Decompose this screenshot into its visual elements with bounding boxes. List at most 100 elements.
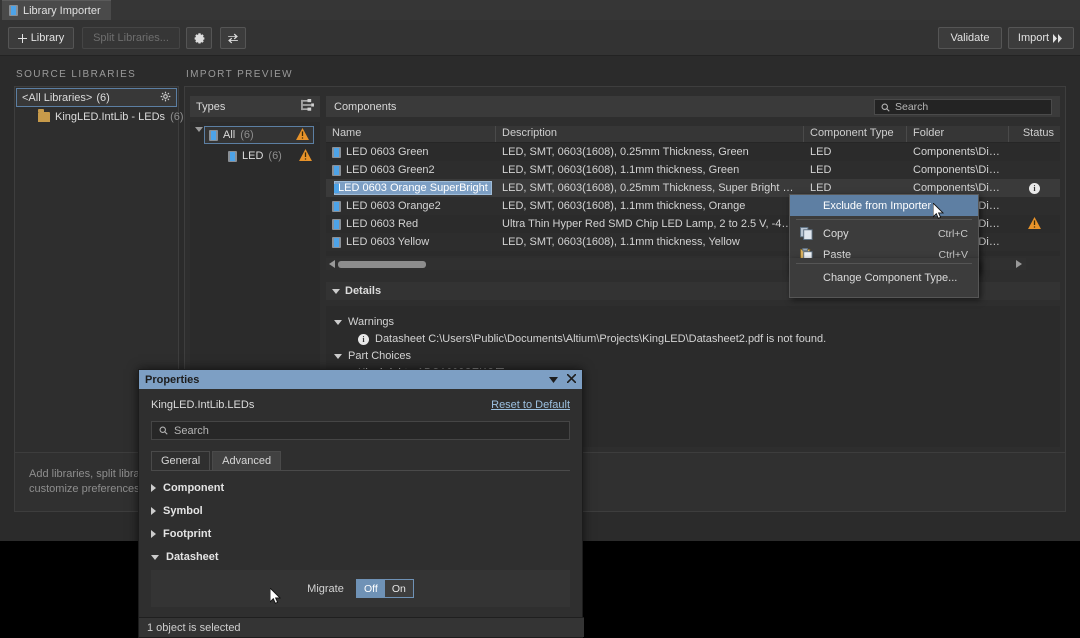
col-folder[interactable]: Folder [907,126,1009,142]
properties-object-path: KingLED.IntLib.LEDs [151,399,255,411]
close-icon[interactable] [566,372,577,386]
warning-icon [296,127,309,143]
table-row[interactable]: LED 0603 Green2 LED, SMT, 0603(1608), 1.… [326,161,1060,179]
migrate-toggle[interactable]: Off On [355,579,414,598]
section-datasheet[interactable]: Datasheet [151,551,570,563]
scroll-right-arrow[interactable] [1016,255,1022,273]
library-item-kingled[interactable]: KingLED.IntLib - LEDs (6) [38,109,184,123]
col-description[interactable]: Description [496,126,804,142]
folder-icon [38,109,50,122]
all-libraries-row[interactable]: <All Libraries> (6) [16,88,177,107]
details-part-choices-label: Part Choices [348,350,411,362]
col-status[interactable]: Status [1009,126,1060,142]
components-header: Components Search [326,96,1060,117]
tab-library-importer[interactable]: Library Importer [2,0,111,20]
details-title: Details [345,285,382,297]
chevron-down-icon [334,319,342,325]
chevron-right-icon [151,507,156,515]
import-button[interactable]: Import [1008,27,1074,49]
section-label: Footprint [163,528,212,540]
cell-name: LED 0603 Green2 [346,164,435,176]
table-header-row: Name Description Component Type Folder S… [326,126,1060,143]
details-part-choices-group[interactable]: Part Choices [334,350,411,362]
context-menu-item-copy[interactable]: Copy Ctrl+C [790,223,978,244]
split-libraries-button[interactable]: Split Libraries... [82,27,180,49]
cell-status: i [1009,182,1060,194]
section-symbol[interactable]: Symbol [151,505,570,517]
source-libraries-heading: SOURCE LIBRARIES [16,69,137,80]
tab-label: Library Importer [23,4,101,17]
types-expand-arrow[interactable] [195,127,203,150]
plus-icon [17,33,27,43]
types-node-count: (6) [240,129,254,141]
warning-icon [299,148,312,164]
properties-search-placeholder: Search [174,424,209,437]
warning-icon [1028,216,1041,232]
migrate-toggle-off[interactable]: Off [356,580,385,597]
section-component[interactable]: Component [151,482,570,494]
cell-description: LED, SMT, 0603(1608), 1.1mm thickness, G… [502,164,740,176]
validate-button[interactable]: Validate [938,27,1002,49]
chevron-down-icon [334,353,342,359]
cell-folder: Components\Diodes\. [913,146,1009,158]
types-node-led[interactable]: LED (6) [224,147,316,165]
tab-advanced[interactable]: Advanced [212,451,282,470]
reset-to-default-link[interactable]: Reset to Default [491,399,570,411]
types-node-all[interactable]: All (6) [204,126,314,144]
cell-name: LED 0603 Red [346,218,419,230]
section-label: Datasheet [166,551,219,563]
cell-description: LED, SMT, 0603(1608), 0.25mm Thickness, … [502,146,749,158]
cell-name: LED 0603 Orange2 [346,200,441,212]
cell-name: LED 0603 Orange SuperBright [334,181,492,195]
properties-status-bar: 1 object is selected [139,617,584,637]
window-tab-bar: Library Importer [0,0,1080,20]
chevron-down-icon[interactable] [549,374,558,386]
copy-icon [800,227,813,243]
scrollbar-thumb[interactable] [338,260,426,268]
cell-type: LED [810,182,832,194]
context-menu-item-label: Copy [823,227,849,240]
col-component-type[interactable]: Component Type [804,126,907,142]
library-item-count: (6) [170,111,184,123]
refresh-button[interactable] [220,27,246,49]
cell-description: LED, SMT, 0603(1608), 1.1mm thickness, O… [502,200,746,212]
gear-icon [194,32,204,43]
tree-expand-icon[interactable] [301,99,314,114]
chip-icon [9,5,18,16]
chevron-right-icon [151,530,156,538]
details-warning-text: Datasheet C:\Users\Public\Documents\Alti… [375,333,827,345]
properties-object-row: KingLED.IntLib.LEDs Reset to Default [151,399,570,411]
add-library-button[interactable]: Library [8,27,74,49]
details-warnings-group[interactable]: Warnings [334,316,394,328]
settings-button[interactable] [186,27,212,49]
sync-icon [228,33,238,43]
migrate-toggle-on[interactable]: On [384,580,413,597]
scroll-left-arrow[interactable] [329,255,335,273]
add-library-label: Library [30,32,65,44]
gear-icon[interactable] [160,91,171,105]
search-icon [881,103,890,112]
tab-general[interactable]: General [151,451,211,470]
cell-name: LED 0603 Yellow [346,236,430,248]
properties-search-input[interactable]: Search [151,421,570,440]
chip-icon [332,164,341,176]
properties-body: KingLED.IntLib.LEDs Reset to Default Sea… [139,389,582,607]
table-row[interactable]: LED 0603 Green LED, SMT, 0603(1608), 0.2… [326,143,1060,161]
chip-icon [332,218,341,230]
properties-titlebar[interactable]: Properties [139,370,582,389]
search-icon [159,426,168,435]
chevron-right-icon [151,484,156,492]
col-name[interactable]: Name [326,126,496,142]
types-node-count: (6) [268,150,282,162]
section-footprint[interactable]: Footprint [151,528,570,540]
info-icon: i [358,333,369,345]
chip-icon [228,150,237,162]
cell-folder: Components\Diodes\. [913,164,1009,176]
cell-status [1009,216,1060,232]
components-search-input[interactable]: Search [874,99,1052,115]
properties-tabs: General Advanced [151,451,570,471]
properties-status-text: 1 object is selected [147,621,241,634]
context-menu-item-exclude[interactable]: Exclude from Importer [790,195,978,216]
context-menu-item-change-type[interactable]: Change Component Type... [790,267,978,288]
import-label: Import [1017,32,1050,44]
